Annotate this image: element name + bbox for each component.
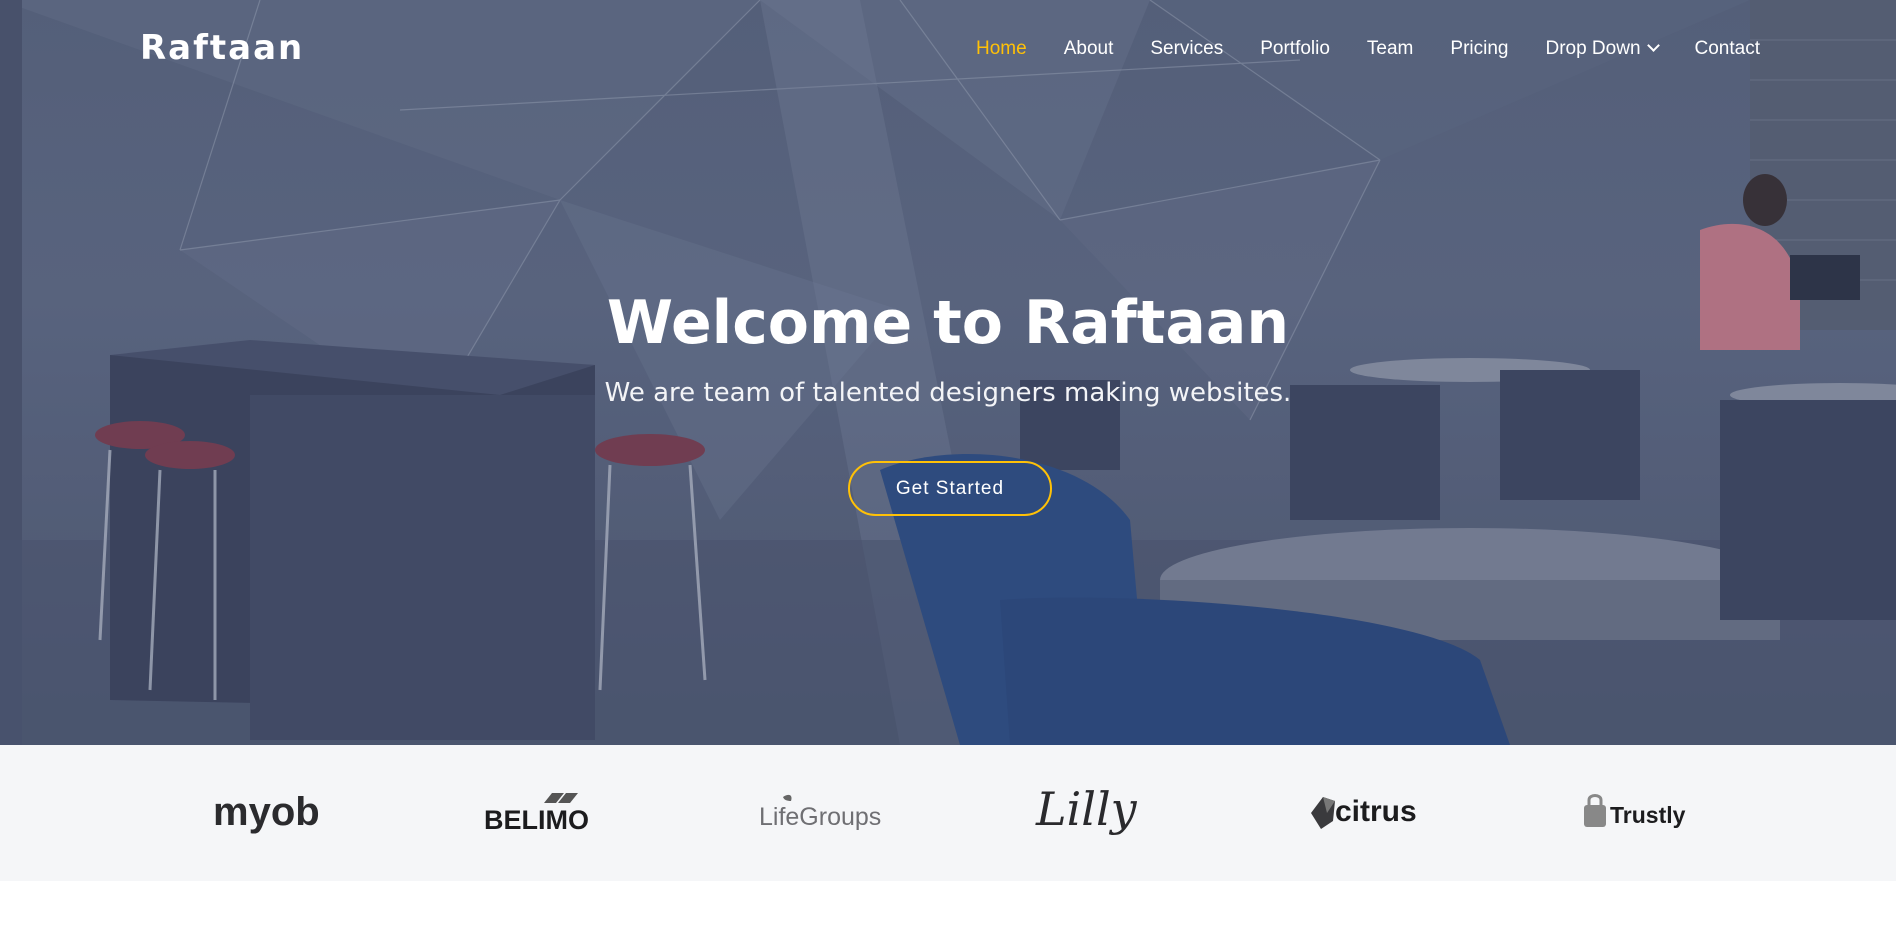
belimo-wordmark: BELIMO xyxy=(484,805,589,835)
hero-subtitle: We are team of talented designers making… xyxy=(604,378,1292,408)
nav-pricing[interactable]: Pricing xyxy=(1450,38,1508,60)
client-logo-citrus[interactable]: citrus xyxy=(1307,777,1422,849)
client-logo-belimo[interactable]: BELIMO xyxy=(480,777,595,849)
trustly-wordmark: Trustly xyxy=(1610,802,1686,828)
site-header: Raftaan Home About Services Portfolio Te… xyxy=(0,0,1896,98)
nav-about[interactable]: About xyxy=(1064,38,1114,60)
lifegroups-wordmark: LifeGroups xyxy=(759,803,881,831)
nav-dropdown-label: Drop Down xyxy=(1545,38,1641,59)
nav-contact[interactable]: Contact xyxy=(1695,38,1760,60)
nav-dropdown[interactable]: Drop Down xyxy=(1545,38,1660,60)
main-nav: Home About Services Portfolio Team Prici… xyxy=(939,38,1760,60)
client-logo-lifegroups[interactable]: LifeGroups xyxy=(755,777,881,849)
lilly-wordmark: Lilly xyxy=(1035,782,1138,836)
clients-section: myob BELIMO LifeGroups Lilly citrus Trus… xyxy=(0,745,1896,881)
chevron-down-icon xyxy=(1646,38,1660,52)
citrus-wordmark: citrus xyxy=(1335,795,1417,828)
client-logo-lilly[interactable]: Lilly xyxy=(1030,777,1145,849)
hero-overlay xyxy=(0,0,1896,745)
hero-section: Raftaan Home About Services Portfolio Te… xyxy=(0,0,1896,745)
client-logo-myob[interactable]: myob xyxy=(210,777,320,849)
nav-team[interactable]: Team xyxy=(1367,38,1413,60)
client-logo-trustly[interactable]: Trustly xyxy=(1580,777,1695,849)
nav-home[interactable]: Home xyxy=(976,38,1027,60)
brand-logo[interactable]: Raftaan xyxy=(140,28,304,68)
hero-title: Welcome to Raftaan xyxy=(606,288,1290,358)
myob-wordmark: myob xyxy=(213,790,320,834)
get-started-button[interactable]: Get Started xyxy=(848,461,1052,516)
nav-portfolio[interactable]: Portfolio xyxy=(1260,38,1330,60)
nav-services[interactable]: Services xyxy=(1150,38,1223,60)
